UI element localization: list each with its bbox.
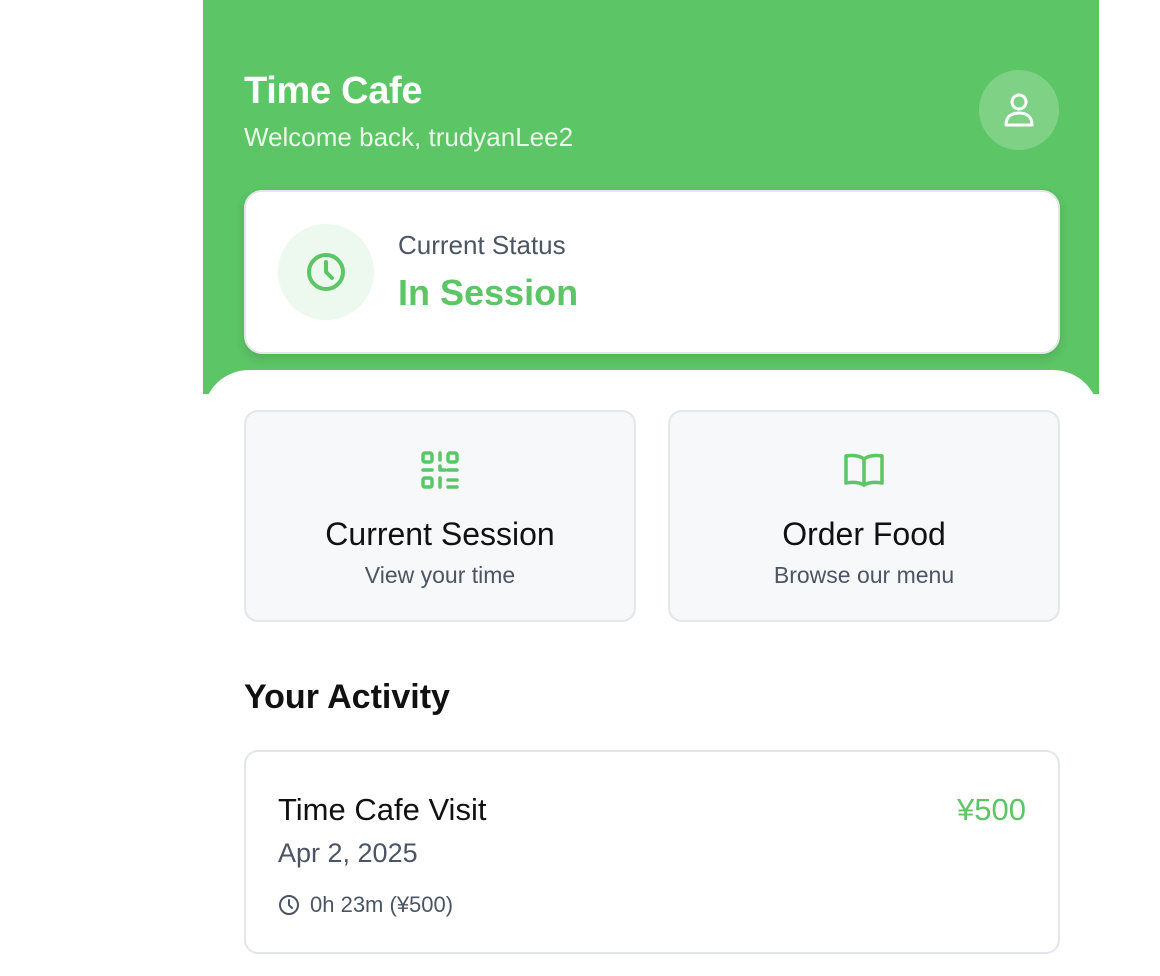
app-title: Time Cafe bbox=[244, 70, 423, 112]
activity-duration: 0h 23m (¥500) bbox=[310, 892, 454, 917]
action-title: Order Food bbox=[782, 516, 946, 552]
action-title: Current Session bbox=[325, 516, 555, 552]
activity-item[interactable]: Time Cafe Visit ¥500 Apr 2, 2025 0h 23m … bbox=[244, 750, 1060, 954]
clock-icon bbox=[307, 253, 345, 291]
activity-section-title: Your Activity bbox=[244, 678, 450, 716]
clock-icon bbox=[279, 895, 299, 915]
status-card: Current Status In Session bbox=[244, 190, 1060, 354]
user-icon bbox=[1004, 93, 1034, 127]
profile-button[interactable] bbox=[979, 70, 1059, 150]
activity-title: Time Cafe Visit bbox=[278, 792, 487, 827]
current-session-card[interactable]: Current Session View your time bbox=[244, 410, 636, 622]
action-subtitle: View your time bbox=[364, 562, 516, 588]
status-label: Current Status bbox=[398, 230, 566, 260]
qr-code-icon bbox=[421, 451, 459, 489]
welcome-message: Welcome back, trudyanLee2 bbox=[244, 122, 574, 152]
status-value: In Session bbox=[398, 272, 579, 313]
activity-duration-row: 0h 23m (¥500) bbox=[278, 892, 453, 918]
book-open-icon bbox=[844, 453, 884, 487]
status-icon-container bbox=[278, 224, 374, 320]
activity-amount: ¥500 bbox=[957, 792, 1026, 827]
activity-date: Apr 2, 2025 bbox=[278, 838, 418, 868]
app-screen: Time Cafe Welcome back, trudyanLee2 Curr… bbox=[203, 0, 1099, 976]
order-food-card[interactable]: Order Food Browse our menu bbox=[668, 410, 1060, 622]
action-subtitle: Browse our menu bbox=[773, 562, 955, 588]
